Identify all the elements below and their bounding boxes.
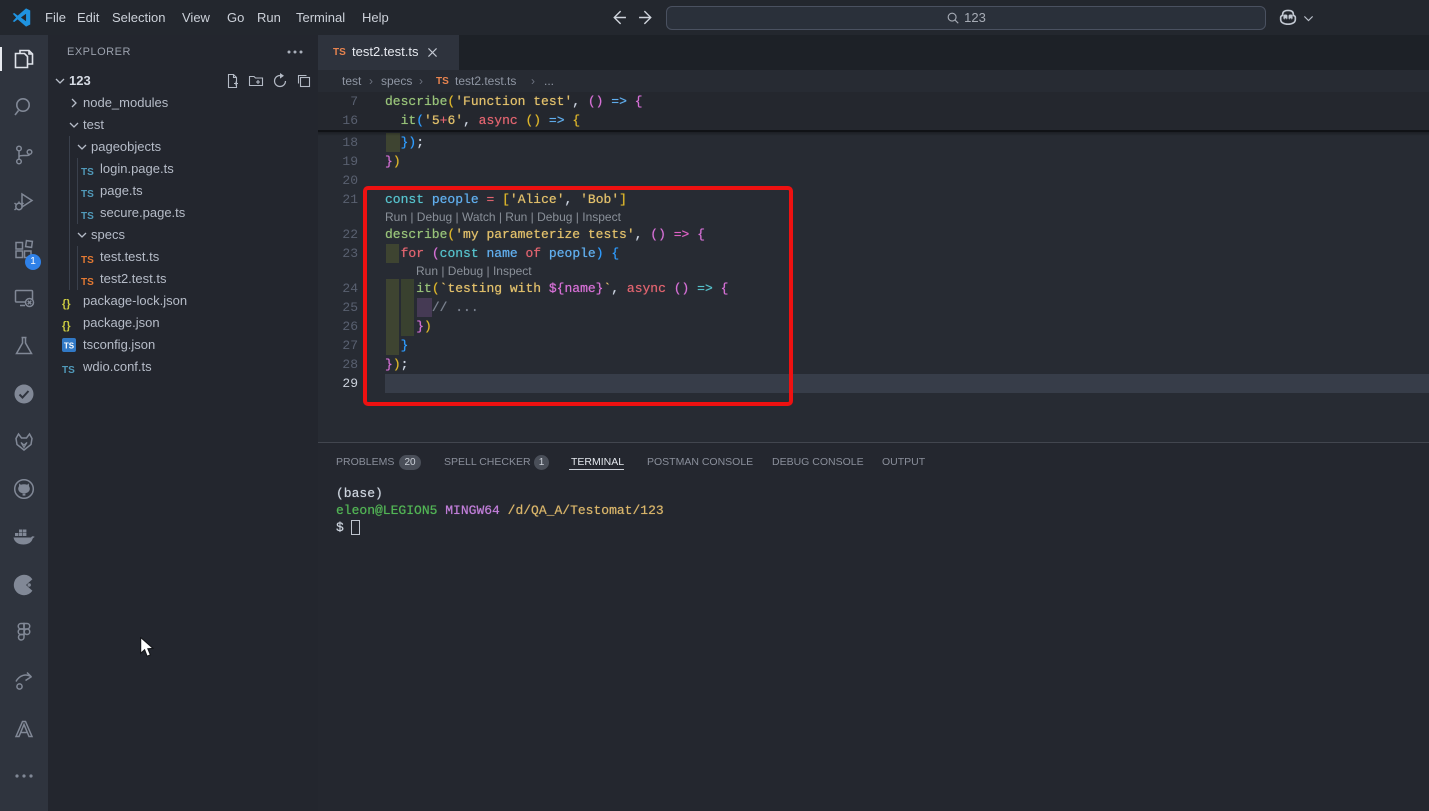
svg-text:TS: TS: [64, 342, 75, 351]
